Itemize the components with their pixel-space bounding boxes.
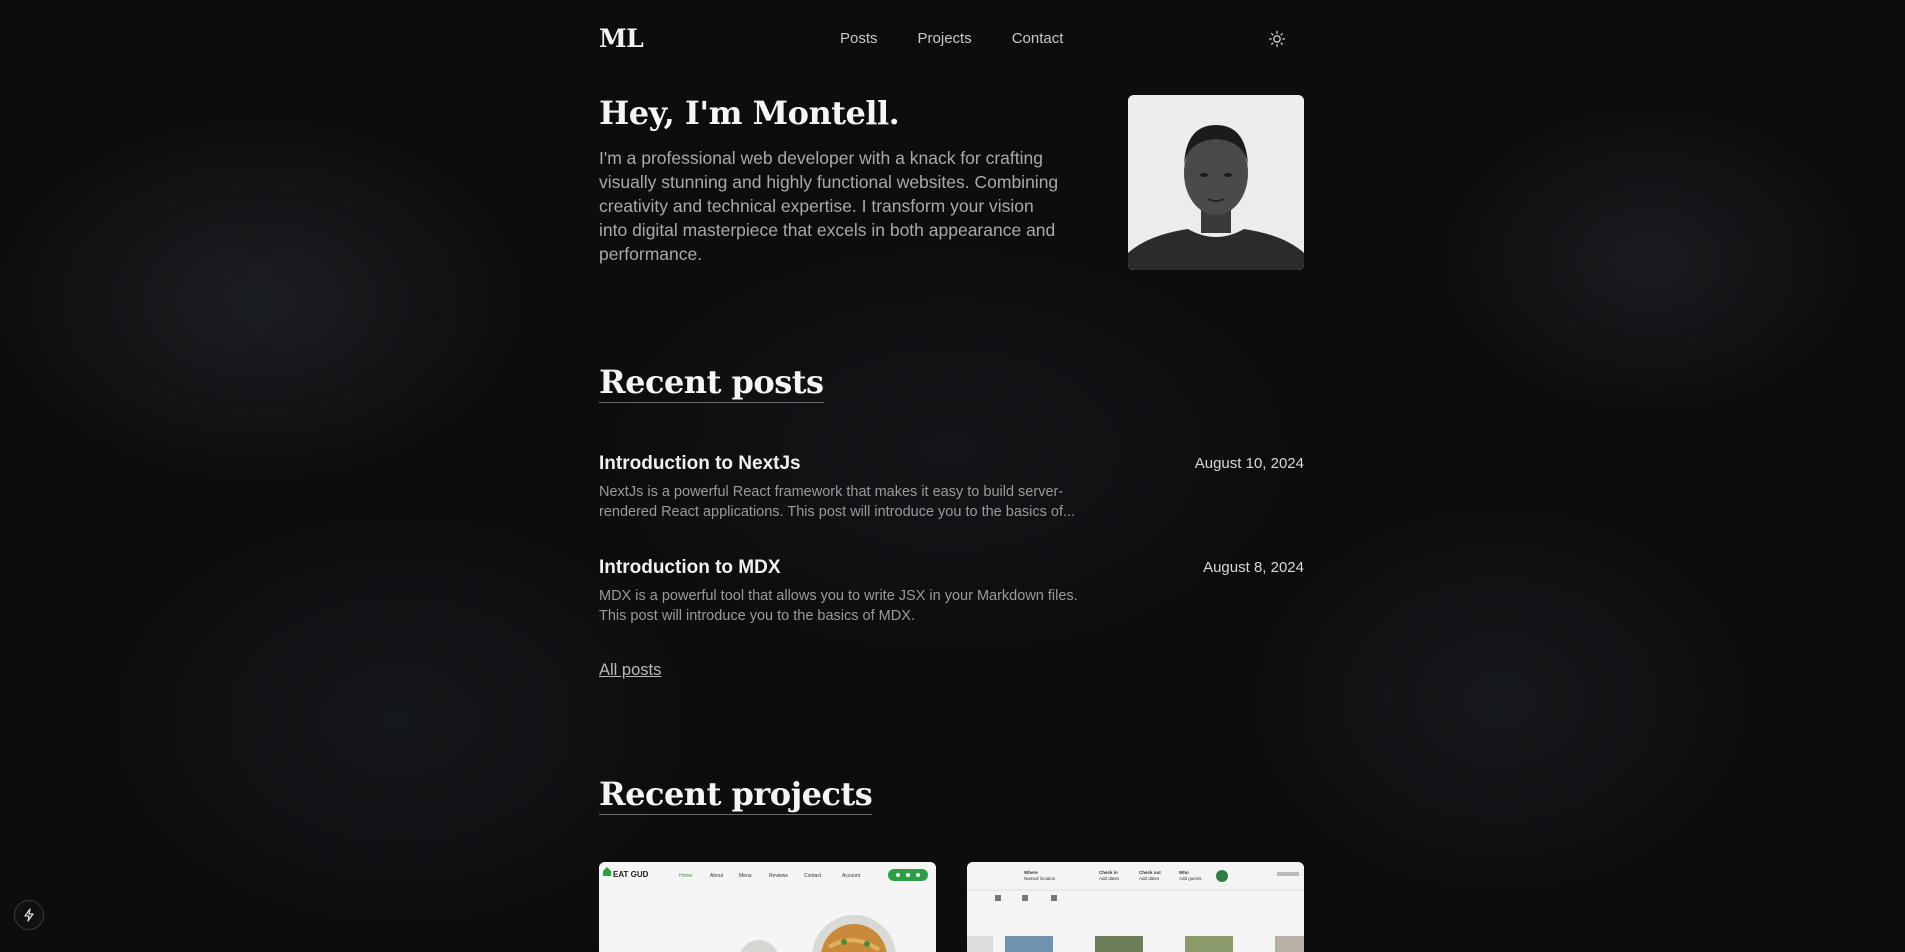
project-card-booking[interactable]: Where Named location Check in Add dates …	[967, 862, 1304, 952]
project-brand: EAT GUD	[613, 870, 649, 879]
sun-icon	[1268, 30, 1286, 48]
site-logo[interactable]: ML	[599, 24, 644, 53]
post-item[interactable]: Introduction to MDX August 8, 2024 MDX i…	[599, 557, 1304, 637]
theme-toggle-button[interactable]	[1268, 30, 1286, 48]
post-title[interactable]: Introduction to MDX	[599, 557, 781, 579]
recent-posts-header: Recent posts	[599, 362, 824, 403]
svg-text:Menu: Menu	[739, 873, 752, 879]
svg-text:Where: Where	[1024, 870, 1038, 875]
top-nav: ML Posts Projects Contact	[599, 0, 1304, 78]
post-title[interactable]: Introduction to NextJs	[599, 453, 801, 475]
post-item[interactable]: Introduction to NextJs August 10, 2024 N…	[599, 453, 1304, 533]
nav-links: Posts Projects Contact	[840, 30, 1063, 47]
page-container: ML Posts Projects Contact Hey, I'm Monte…	[599, 0, 1304, 952]
nav-link-contact[interactable]: Contact	[1012, 30, 1064, 47]
svg-text:Add guests: Add guests	[1179, 876, 1202, 881]
project-card-eat-gud[interactable]: EAT GUD Home About Menu Reviews Contact …	[599, 862, 936, 952]
svg-text:Named location: Named location	[1024, 876, 1056, 881]
avatar	[1128, 95, 1304, 270]
post-date: August 8, 2024	[1203, 559, 1304, 576]
recent-posts-title: Recent posts	[599, 363, 824, 403]
recent-projects-header: Recent projects	[599, 774, 873, 815]
svg-text:Home: Home	[679, 873, 693, 879]
svg-text:Check out: Check out	[1139, 870, 1161, 875]
svg-text:Contact: Contact	[804, 873, 822, 879]
svg-text:Add dates: Add dates	[1099, 876, 1120, 881]
svg-text:About: About	[710, 873, 724, 879]
svg-text:Reviews: Reviews	[769, 873, 788, 879]
post-excerpt: MDX is a powerful tool that allows you t…	[599, 588, 1078, 624]
nav-link-posts[interactable]: Posts	[840, 30, 878, 47]
recent-projects-title: Recent projects	[599, 775, 873, 815]
svg-text:Who: Who	[1179, 870, 1189, 875]
svg-text:Check in: Check in	[1099, 870, 1118, 875]
hero-section: Hey, I'm Montell. I'm a professional web…	[599, 78, 1304, 318]
hero-bio: I'm a professional web developer with a …	[599, 148, 1059, 264]
hero-heading: Hey, I'm Montell.	[599, 94, 900, 132]
post-date: August 10, 2024	[1194, 455, 1304, 472]
floating-action-button[interactable]	[14, 900, 44, 930]
all-posts-link[interactable]: All posts	[599, 661, 661, 680]
svg-text:Account: Account	[842, 873, 861, 879]
post-excerpt: NextJs is a powerful React framework tha…	[599, 484, 1076, 520]
svg-text:Add dates: Add dates	[1139, 876, 1160, 881]
nav-link-projects[interactable]: Projects	[918, 30, 972, 47]
bolt-icon	[24, 908, 34, 922]
